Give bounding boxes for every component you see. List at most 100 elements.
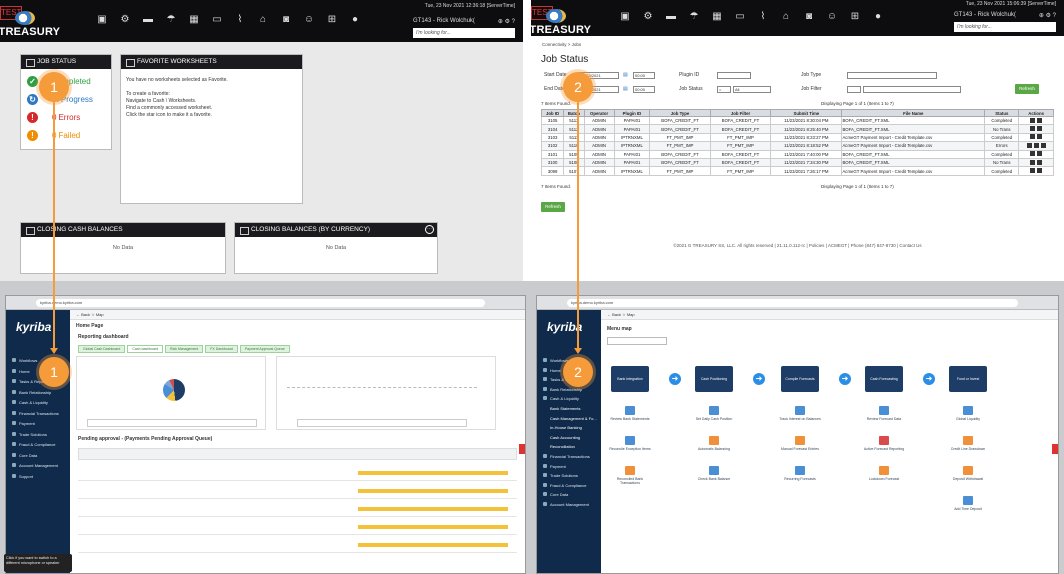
table-row[interactable]: 3104 5112 ADMIN PAPAI01 BOFA_CREDIT_FT BOFA_C…	[540, 124, 1054, 134]
monitor-icon[interactable]: ▭	[734, 11, 746, 23]
monitor-icon[interactable]: ▭	[211, 14, 223, 26]
user-name[interactable]: GT143 - Rick Wolchuk(	[954, 12, 1016, 19]
menu-tile[interactable]: Reconcile Exception Items	[608, 436, 652, 451]
table-row[interactable]: 3101 5109 ADMIN PAPAI01 BOFA_CREDIT_FT BOFA_C…	[540, 149, 1054, 159]
table-row[interactable]	[78, 466, 517, 481]
table-row[interactable]: 3102 5110 ADMIN IPTRNXML FT_PMT_IMP FT_PMT_IM…	[540, 141, 1054, 151]
egg-icon[interactable]: ●	[872, 11, 884, 23]
table-row[interactable]	[78, 520, 517, 535]
plugin-id-input[interactable]	[717, 72, 751, 79]
sidebar-item[interactable]: Home	[543, 368, 561, 373]
table-cell[interactable]: 3105	[540, 115, 565, 126]
sidebar-item[interactable]: Core Data	[543, 492, 568, 497]
table-row[interactable]: 3103 5111 ADMIN IPTRNXML FT_PMT_IMP FT_PMT_IM…	[540, 132, 1054, 143]
column-header[interactable]: File Name	[841, 109, 986, 117]
bank-icon[interactable]: ⌂	[780, 11, 792, 23]
menu-tile[interactable]: Deposit Withdrawal	[946, 466, 990, 481]
address-bar[interactable]: kyriba.demo.kyriba.com	[567, 299, 1018, 307]
feedback-tab[interactable]	[519, 444, 525, 454]
sidebar-item[interactable]: Account Management	[12, 463, 58, 468]
column-header[interactable]: Operator	[583, 109, 615, 117]
column-header[interactable]: Plugin ID	[613, 109, 651, 117]
face-icon[interactable]: ☺	[826, 11, 838, 23]
table-cell[interactable]: 3102	[540, 141, 565, 151]
view-icon[interactable]	[1030, 117, 1036, 123]
gtreasury-logo[interactable]: GTREASURY	[0, 11, 60, 38]
flow-step[interactable]: Fund or Invest	[949, 366, 987, 392]
menu-tile[interactable]: Active Forecast Reporting	[862, 436, 906, 451]
download-icon[interactable]	[1037, 126, 1043, 132]
cloud-icon[interactable]: ☂	[688, 11, 700, 23]
car-icon[interactable]: ◙	[803, 11, 815, 23]
reports-icon[interactable]: ▣	[619, 11, 631, 23]
address-bar[interactable]: kyriba.demo.kyriba.com	[36, 299, 485, 307]
download-icon[interactable]	[1037, 159, 1043, 165]
job-status-select[interactable]: All	[733, 86, 771, 93]
job-filter-operator[interactable]	[847, 86, 861, 93]
menu-tile[interactable]: Reconciled Bank Transactions	[608, 466, 652, 485]
column-header[interactable]: Job ID	[540, 109, 565, 117]
sidebar-item[interactable]: Bank Relationship	[12, 390, 51, 395]
sidebar-item[interactable]: Cash Accounting	[550, 435, 580, 440]
menu-tile[interactable]: Review Bank Statements	[608, 406, 652, 421]
table-row[interactable]: 3100 5108 ADMIN PAPAI01 BOFA_CREDIT_FT BOFA_C…	[540, 157, 1054, 168]
column-header[interactable]: Submit Time	[770, 109, 843, 117]
dashboard-tab[interactable]: Global Cash Dashboard	[78, 345, 126, 353]
download-icon[interactable]	[1037, 168, 1043, 174]
view-icon[interactable]	[1030, 126, 1036, 132]
search-input[interactable]: I'm looking for...	[413, 28, 515, 38]
dashboard-tab[interactable]: FX Dashboard	[205, 345, 238, 353]
sidebar-item[interactable]: Trade Solutions	[12, 432, 47, 437]
car-icon[interactable]: ◙	[280, 14, 292, 26]
view-icon[interactable]	[1030, 134, 1036, 140]
gtreasury-logo[interactable]: GTREASURY	[531, 9, 591, 36]
user-icons[interactable]: ⊕ ⚙ ?	[498, 18, 515, 25]
end-time-select[interactable]: 00:00	[633, 86, 655, 93]
error-log-icon[interactable]	[1040, 142, 1046, 148]
dashboard-tab[interactable]: Cash dashboard	[127, 345, 164, 353]
folder-icon[interactable]: ▬	[665, 11, 677, 23]
status-failed[interactable]: !0Failed	[21, 126, 111, 144]
sidebar-item[interactable]: Trade Solutions	[543, 473, 578, 478]
menu-tile[interactable]: Automatic Balancing	[692, 436, 736, 451]
menu-tile[interactable]: Track Interest on Balances	[778, 406, 822, 421]
org-chart-icon[interactable]: ⊞	[326, 14, 338, 26]
sidebar-item[interactable]: In-House Banking	[550, 425, 582, 430]
bank-icon[interactable]: ⌂	[257, 14, 269, 26]
column-header[interactable]: Batch	[563, 109, 585, 117]
menu-tile[interactable]: Lockdown Forecast	[862, 466, 906, 481]
calculator-icon[interactable]: ▦	[711, 11, 723, 23]
user-name[interactable]: GT143 - Rick Wolchuk(	[413, 18, 475, 25]
menu-tile[interactable]: Check Bank Balance	[692, 466, 736, 481]
view-icon[interactable]	[1030, 159, 1036, 165]
sidebar-item[interactable]: Payment	[543, 464, 566, 469]
view-icon[interactable]	[1026, 142, 1032, 148]
menu-tile[interactable]: Review Forecast Data	[862, 406, 906, 421]
status-errors[interactable]: !0Errors	[21, 108, 111, 126]
table-cell[interactable]: 3103	[540, 132, 565, 143]
table-row[interactable]: 3105 5113 ADMIN PAPAI01 BOFA_CREDIT_FT BOFA_C…	[540, 115, 1054, 126]
flow-step[interactable]: Compile Forecasts	[781, 366, 819, 392]
menu-tile[interactable]: Manual Forecast Entries	[778, 436, 822, 451]
face-icon[interactable]: ☺	[303, 14, 315, 26]
view-icon[interactable]	[1030, 151, 1036, 157]
download-icon[interactable]	[1037, 134, 1043, 140]
sidebar-item[interactable]: Cash & Liquidity	[543, 396, 579, 401]
download-icon[interactable]	[1037, 151, 1043, 157]
download-icon[interactable]	[1033, 142, 1039, 148]
start-time-select[interactable]: 00:00	[633, 72, 655, 79]
sidebar-item[interactable]: Fraud & Compliance	[12, 442, 55, 447]
menu-tile[interactable]: Add Time Deposit	[946, 496, 990, 511]
column-header[interactable]: Actions	[1018, 109, 1054, 117]
table-cell[interactable]: 3101	[540, 149, 565, 159]
sidebar-item[interactable]: Reconciliation	[550, 444, 575, 449]
settings-icon[interactable]: ⚙	[119, 14, 131, 26]
job-filter-input[interactable]	[863, 86, 961, 93]
workflow-select[interactable]	[607, 337, 667, 345]
dashboard-tab[interactable]: Risk Management	[165, 345, 204, 353]
refresh-button-bottom[interactable]: Refresh	[541, 202, 565, 212]
sidebar-item[interactable]: Cash & Liquidity	[12, 400, 48, 405]
pulse-icon[interactable]: ⌇	[234, 14, 246, 26]
sidebar-item[interactable]: Fraud & Compliance	[543, 483, 586, 488]
download-icon[interactable]	[1037, 117, 1043, 123]
